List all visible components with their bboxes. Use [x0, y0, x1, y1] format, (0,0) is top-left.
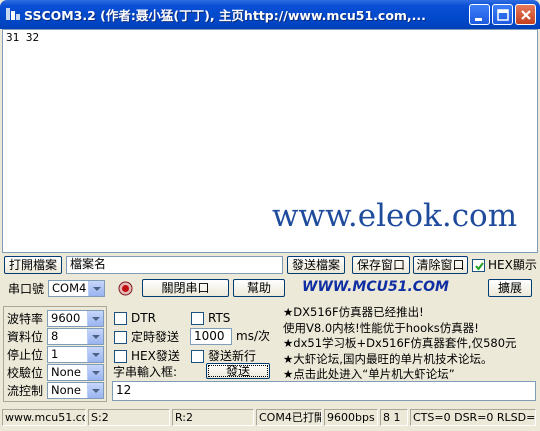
stop-bits-label: 停止位	[7, 348, 44, 362]
expand-button[interactable]: 擴展	[488, 279, 532, 297]
dtr-checkbox[interactable]	[114, 312, 127, 325]
input-prompt-label: 字串輸入框:	[113, 365, 178, 379]
port-value: COM4	[52, 281, 87, 295]
help-button[interactable]: 幫助	[233, 279, 285, 297]
status-baud: 9600bps	[324, 409, 378, 426]
parity-select[interactable]: None	[47, 364, 104, 381]
timed-send-label: 定時發送	[131, 330, 180, 344]
port-select[interactable]: COM4	[48, 280, 105, 297]
minimize-icon[interactable]	[469, 4, 490, 25]
port-label: 串口號	[8, 282, 45, 296]
interval-input[interactable]: 1000	[190, 328, 232, 345]
receive-text: 31 32	[6, 31, 40, 44]
chevron-down-icon[interactable]	[87, 347, 103, 362]
data-bits-select[interactable]: 8	[47, 328, 104, 345]
save-window-button[interactable]: 保存窗口	[352, 256, 410, 274]
timed-send-checkbox[interactable]	[114, 331, 127, 344]
brand-link[interactable]: WWW.MCU51.COM	[302, 279, 449, 295]
data-bits-value: 8	[51, 329, 59, 343]
flow-label: 流控制	[7, 384, 44, 398]
close-icon[interactable]	[515, 4, 536, 25]
send-file-button[interactable]: 發送檔案	[287, 256, 345, 274]
status-frame: 8 1	[380, 409, 408, 426]
filename-field[interactable]: 檔案名	[66, 256, 283, 274]
ad-line: 使用V8.0内核!性能优于hooks仿真器!	[283, 320, 479, 335]
app-icon	[5, 6, 21, 22]
window-title: SSCOM3.2 (作者:聂小猛(丁丁), 主页http://www.mcu51…	[24, 8, 426, 23]
baud-select[interactable]: 9600	[47, 310, 104, 327]
data-bits-label: 資料位	[7, 330, 44, 344]
ad-line: ★大虾论坛,国内最旺的单片机技术论坛。	[283, 351, 493, 366]
hex-display-checkbox[interactable]	[472, 259, 485, 272]
clear-window-button[interactable]: 清除窗口	[413, 256, 468, 274]
baud-label: 波特率	[7, 312, 44, 326]
chevron-down-icon[interactable]	[87, 383, 103, 398]
stop-bits-select[interactable]: 1	[47, 346, 104, 363]
baud-value: 9600	[51, 311, 81, 325]
rts-checkbox[interactable]	[191, 312, 204, 325]
port-status-icon	[118, 281, 133, 296]
chevron-down-icon[interactable]	[88, 281, 104, 296]
rts-label: RTS	[208, 311, 231, 325]
interval-unit: ms/次	[236, 329, 270, 343]
ad-panel[interactable]: ★DX516F仿真器已经推出! 使用V8.0内核!性能优于hooks仿真器! ★…	[283, 305, 537, 381]
stop-bits-value: 1	[51, 347, 59, 361]
send-button[interactable]: 發送	[206, 363, 270, 379]
status-received: R:2	[172, 409, 254, 426]
parity-value: None	[51, 365, 82, 379]
maximize-icon[interactable]	[492, 4, 513, 25]
chevron-down-icon[interactable]	[87, 365, 103, 380]
flow-value: None	[51, 383, 82, 397]
chevron-down-icon[interactable]	[87, 329, 103, 344]
send-newline-label: 發送新行	[208, 349, 257, 363]
send-input[interactable]: 12	[112, 381, 536, 401]
hex-send-label: HEX發送	[131, 349, 180, 363]
watermark: www.eleok.com	[272, 198, 518, 234]
dtr-label: DTR	[131, 311, 156, 325]
status-port-state: COM4已打開	[256, 409, 322, 426]
close-port-button[interactable]: 關閉串口	[142, 279, 229, 297]
ad-line: ★DX516F仿真器已经推出!	[283, 305, 424, 319]
status-website[interactable]: www.mcu51.com	[2, 409, 86, 426]
flow-select[interactable]: None	[47, 382, 104, 399]
open-file-button[interactable]: 打開檔案	[4, 256, 62, 274]
hex-send-checkbox[interactable]	[114, 350, 127, 363]
checkmark-icon	[475, 262, 484, 271]
status-sent: S:2	[88, 409, 170, 426]
chevron-down-icon[interactable]	[87, 311, 103, 326]
parity-label: 校驗位	[7, 366, 44, 380]
send-newline-checkbox[interactable]	[191, 350, 204, 363]
hex-display-label: HEX顯示	[488, 258, 537, 272]
status-signals: CTS=0 DSR=0 RLSD=0	[410, 409, 536, 426]
ad-line: ★dx51学习板+Dx516F仿真器套件,仅580元	[283, 336, 517, 350]
